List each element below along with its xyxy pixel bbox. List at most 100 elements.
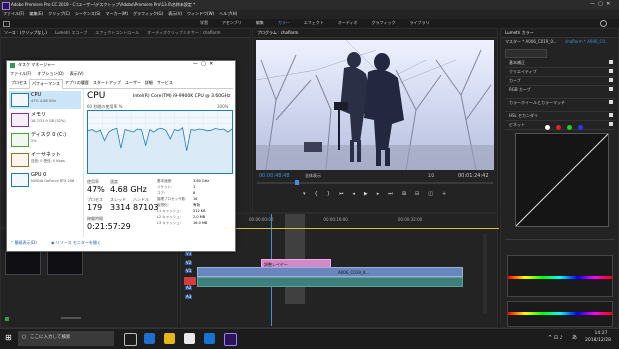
step-back-icon[interactable]: ◂: [352, 191, 355, 197]
section-enable-checkbox[interactable]: [609, 69, 613, 73]
lumetri-sequence-clip[interactable]: chaflorm * A006_C0...: [565, 40, 609, 44]
tm-tab[interactable]: プロセス: [9, 79, 29, 88]
menu-item[interactable]: ウィンドウ(W): [187, 12, 214, 16]
zoom-slider[interactable]: [61, 317, 81, 319]
lumetri-tab[interactable]: Lumetri カラー: [505, 31, 534, 35]
timecode-current[interactable]: 00:00:48:48: [259, 174, 290, 179]
home-icon[interactable]: [3, 21, 10, 27]
tm-sidebar-item[interactable]: CPU 47% 4.68 GHz: [9, 91, 81, 109]
section-enable-checkbox[interactable]: [609, 78, 613, 82]
audio-clip[interactable]: [197, 277, 463, 287]
store-icon[interactable]: [184, 333, 195, 344]
tray-icons[interactable]: ^ ⊡ ♪: [548, 336, 563, 341]
tm-sidebar-item[interactable]: イーサネット 送信: 0 受信: 0 Kbps: [9, 151, 81, 169]
source-panel-tab[interactable]: エフェクトコントロール: [95, 31, 139, 35]
tm-tab[interactable]: ユーザー: [123, 79, 143, 88]
blue-channel-dot[interactable]: [578, 125, 583, 130]
red-channel-dot[interactable]: [556, 125, 561, 130]
workspace-tab[interactable]: 学習: [200, 21, 208, 25]
menu-item[interactable]: ファイル(F): [3, 12, 24, 16]
window-controls[interactable]: — ▢ ✕: [590, 2, 610, 7]
tm-sidebar-item[interactable]: GPU 0 NVIDIA GeForce RTX 208: [9, 171, 81, 189]
menu-item[interactable]: クリップ(C): [48, 12, 70, 16]
taskbar-search-box[interactable]: ○ ここに入力して検索: [18, 331, 114, 346]
bin-thumbnail[interactable]: [5, 251, 41, 275]
section-enable-checkbox[interactable]: [609, 100, 613, 104]
white-channel-dot[interactable]: [545, 125, 550, 130]
hue-vs-sat-curve[interactable]: [507, 255, 613, 297]
menu-item[interactable]: 表示(V): [168, 12, 182, 16]
rgb-curve-graph[interactable]: [515, 133, 609, 227]
quality-select[interactable]: 1/2: [428, 174, 434, 178]
go-to-out-icon[interactable]: ⏭: [388, 191, 393, 197]
source-panel-tab[interactable]: Lumetri スコープ: [55, 31, 87, 35]
track-header[interactable]: V2: [183, 259, 253, 268]
menu-item[interactable]: ヘルプ(H): [219, 12, 237, 16]
ime-indicator[interactable]: あ: [572, 336, 577, 341]
list-view-icon[interactable]: [5, 317, 9, 321]
mail-icon[interactable]: [204, 333, 215, 344]
section-enable-checkbox[interactable]: [609, 60, 613, 64]
export-frame-icon[interactable]: ◫: [428, 191, 433, 197]
menu-item[interactable]: 編集(E): [29, 12, 43, 16]
tm-sidebar-item[interactable]: メモリ 16.7/31.9 GB (52%): [9, 111, 81, 129]
playhead-marker[interactable]: [295, 180, 299, 185]
premiere-taskbar-icon[interactable]: [224, 333, 237, 346]
source-panel-tab[interactable]: ソース : (クリップなし): [4, 31, 47, 35]
tm-tab[interactable]: サービス: [155, 79, 175, 88]
fewer-details-link[interactable]: ⌃ 簡易表示(D): [10, 241, 37, 245]
step-forward-icon[interactable]: ▸: [377, 191, 380, 197]
section-enable-checkbox[interactable]: [609, 87, 613, 91]
workspace-tab[interactable]: カラー: [278, 21, 290, 25]
lumetri-section[interactable]: 基本補正: [505, 59, 615, 68]
tm-menu-item[interactable]: ファイル(F): [10, 72, 31, 76]
workspace-tab[interactable]: オーディオ: [338, 21, 358, 25]
program-tab[interactable]: プログラム : chaflorm: [257, 31, 298, 35]
edge-icon[interactable]: [144, 333, 155, 344]
zoom-select[interactable]: 全体表示: [305, 174, 321, 178]
workspace-tab[interactable]: ライブラリ: [409, 21, 429, 25]
timeline-scrollbar[interactable]: [483, 234, 487, 314]
task-view-icon[interactable]: [124, 333, 137, 346]
tm-tab[interactable]: 詳細: [143, 79, 155, 88]
workspace-tab[interactable]: グラフィック: [372, 21, 396, 25]
section-enable-checkbox[interactable]: [609, 122, 613, 126]
windows-start-icon[interactable]: ⊞: [5, 334, 12, 342]
lumetri-section[interactable]: RGB カーブ: [505, 86, 615, 99]
hue-vs-hue-curve[interactable]: [507, 301, 613, 327]
workspace-tab[interactable]: エフェクト: [304, 21, 324, 25]
source-panel-tab[interactable]: オーディオクリップミキサー : chaflorm: [147, 31, 220, 35]
tm-menu-item[interactable]: オプション(O): [37, 72, 63, 76]
tm-tab[interactable]: パフォーマンス: [29, 79, 63, 89]
lumetri-preset-select[interactable]: [505, 49, 547, 58]
add-button-icon[interactable]: +: [442, 191, 446, 197]
bin-thumbnail-2[interactable]: [47, 251, 83, 275]
marker-icon[interactable]: ▾: [303, 191, 306, 197]
workspace-tab[interactable]: 編集: [256, 21, 264, 25]
go-to-in-icon[interactable]: ⏮: [339, 191, 344, 197]
search-icon[interactable]: [600, 20, 607, 27]
green-channel-dot[interactable]: [567, 125, 572, 130]
scrubber-bar[interactable]: [257, 182, 493, 184]
lumetri-section[interactable]: HSL セカンダリ: [505, 112, 615, 121]
overwrite-icon[interactable]: ⊟: [415, 191, 419, 197]
lumetri-master-clip[interactable]: マスター * A006_C019_0...: [505, 40, 557, 44]
lumetri-section[interactable]: カラーホイールとカラーマッチ: [505, 99, 615, 112]
track-mute-button[interactable]: [184, 277, 196, 285]
section-enable-checkbox[interactable]: [609, 113, 613, 117]
tm-tab[interactable]: スタートアップ: [91, 79, 123, 88]
lumetri-section[interactable]: カーブ: [505, 77, 615, 86]
file-explorer-icon[interactable]: [164, 333, 175, 344]
play-icon[interactable]: ▶: [364, 191, 368, 197]
tm-tab[interactable]: アプリの履歴: [63, 79, 91, 88]
insert-icon[interactable]: ⊞: [402, 191, 406, 197]
menu-item[interactable]: グラフィック(G): [133, 12, 163, 16]
open-resource-monitor-link[interactable]: ◉ リソース モニターを開く: [51, 241, 101, 245]
track-header[interactable]: A3: [183, 293, 253, 302]
clock[interactable]: 14:27 2018/12/28: [585, 331, 611, 343]
in-point-icon[interactable]: {: [315, 191, 318, 197]
lumetri-section[interactable]: クリエイティブ: [505, 68, 615, 77]
workspace-tab[interactable]: アセンブリ: [222, 21, 242, 25]
tm-window-controls[interactable]: — ▢ ✕: [193, 62, 213, 67]
out-point-icon[interactable]: }: [327, 191, 330, 197]
